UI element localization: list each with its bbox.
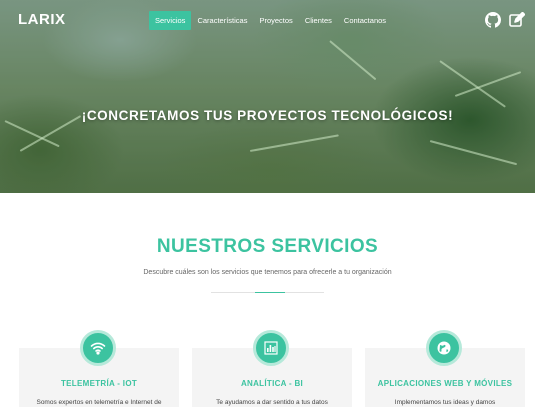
service-card-text: Te ayudamos a dar sentido a tus datos [216, 399, 328, 406]
edit-icon[interactable] [508, 11, 526, 29]
service-card-text: Implementamos tus ideas y damos [394, 399, 496, 406]
section-divider-accent [255, 292, 285, 293]
section-title: NUESTROS SERVICIOS [156, 236, 379, 257]
nav-item-clientes[interactable]: Clientes [299, 11, 338, 30]
brand-logo[interactable]: LARIX [18, 11, 66, 28]
nav-item-caracteristicas[interactable]: Características [191, 11, 253, 30]
github-icon[interactable] [484, 11, 502, 29]
globe-icon [426, 330, 462, 366]
section-subtitle: Descubre cuáles son los servicios que te… [143, 269, 392, 276]
service-card-title: APLICACIONES WEB Y MÓVILES [377, 379, 513, 388]
service-card-text: Somos expertos en telemetría e Internet … [36, 399, 162, 406]
nav-item-proyectos[interactable]: Proyectos [253, 11, 298, 30]
nav-item-servicios[interactable]: Servicios [149, 11, 192, 30]
wifi-icon [80, 330, 116, 366]
hero-banner: LARIX Servicios Características Proyecto… [0, 0, 535, 193]
nav-item-contactanos[interactable]: Contactanos [338, 11, 392, 30]
bar-chart-icon [253, 330, 289, 366]
service-card-title: TELEMETRÍA - IOT [60, 379, 138, 388]
service-card-title: ANALÍTICA - BI [240, 379, 304, 388]
hero-title: ¡CONCRETAMOS TUS PROYECTOS TECNOLÓGICOS! [81, 108, 454, 123]
main-nav: Servicios Características Proyectos Clie… [149, 11, 392, 30]
